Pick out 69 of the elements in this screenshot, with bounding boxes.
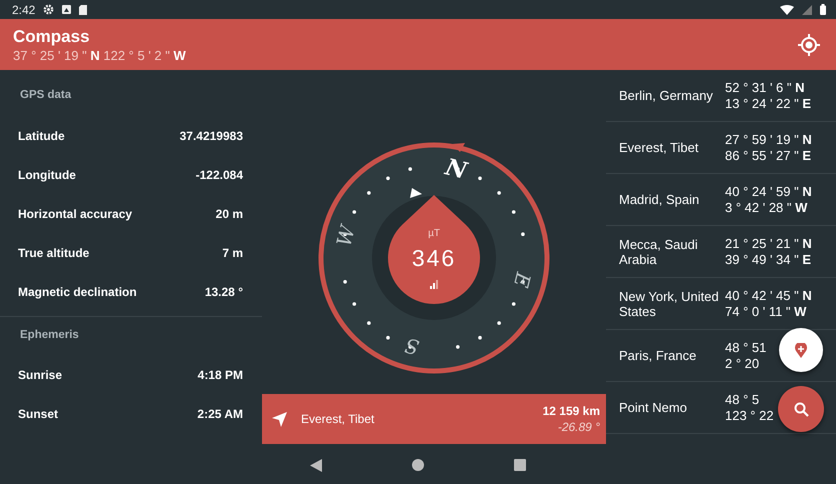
field-value: 4:18 PM: [198, 368, 243, 382]
gear-icon: [43, 4, 54, 15]
map-pin-icon: [795, 342, 807, 358]
cardinal-letter: E: [508, 270, 536, 290]
search-icon: [794, 402, 808, 416]
field-label: Magnetic declination: [18, 284, 137, 298]
back-icon[interactable]: [310, 458, 322, 472]
battery-icon: [820, 4, 826, 15]
place-latitude: 40 ° 24 ' 59 " N: [725, 184, 812, 199]
field-label: Sunrise: [18, 368, 62, 382]
place-row[interactable]: Madrid, Spain 40 ° 24 ' 59 " N 3 ° 42 ' 28 " W: [606, 174, 836, 226]
place-name: Point Nemo: [619, 400, 688, 415]
location-coordinates: 37 ° 25 ' 19 " N 122 ° 5 ' 2 " W: [13, 48, 187, 62]
cardinal-letter: S: [402, 333, 422, 360]
place-row[interactable]: Mecca, Saudi Arabia 21 ° 25 ' 21 " N 39 ° 49 ' 34 " E: [606, 226, 836, 278]
status-time: 2:42: [12, 2, 36, 16]
place-latitude: 27 ° 59 ' 19 " N: [725, 132, 812, 147]
field-label: Longitude: [18, 168, 76, 182]
field-value: 2:25 AM: [197, 406, 243, 420]
place-latitude: 21 ° 25 ' 21 " N: [725, 236, 812, 251]
place-longitude: 13 ° 24 ' 22 " E: [725, 96, 812, 111]
locate-icon[interactable]: [798, 34, 820, 56]
target-bearing: -26.89 °: [558, 420, 600, 434]
signal-icon: [802, 4, 812, 14]
app-title: Compass: [13, 26, 91, 46]
field-value: 13.28 °: [204, 284, 243, 298]
navigation-arrow-icon: [272, 412, 287, 426]
place-longitude: 86 ° 55 ' 27 " E: [725, 148, 812, 163]
place-name: Berlin, Germany: [619, 88, 714, 103]
place-name: New York, United States: [619, 288, 719, 318]
wifi-icon: [780, 4, 794, 14]
place-latitude: 48 ° 5: [725, 392, 760, 407]
field-label: Sunset: [18, 406, 58, 420]
section-header: GPS data: [19, 88, 72, 103]
place-latitude: 40 ° 42 ' 45 " N: [725, 288, 812, 303]
place-latitude: 48 ° 51: [725, 340, 766, 355]
place-name: Mecca, Saudi Arabia: [619, 236, 699, 266]
place-name: Everest, Tibet: [619, 140, 700, 155]
place-longitude: 3 ° 42 ' 28 " W: [725, 200, 808, 215]
target-bar[interactable]: Everest, Tibet 12 159 km -26.89 °: [262, 394, 606, 444]
field-value: 7 m: [222, 246, 243, 260]
place-latitude: 52 ° 31 ' 6 " N: [725, 80, 805, 95]
add-place-button[interactable]: [779, 328, 823, 372]
cardinal-letter: W: [332, 223, 360, 249]
field-label: True altitude: [18, 246, 90, 260]
field-value: -122.084: [196, 168, 243, 182]
place-longitude: 123 ° 22: [725, 408, 774, 423]
sd-card-icon: [79, 4, 88, 14]
field-value: 20 m: [216, 206, 243, 220]
field-value: 37.4219983: [180, 128, 243, 142]
section-header: Ephemeris: [19, 328, 80, 343]
place-name: Paris, France: [619, 348, 698, 363]
target-name: Everest, Tibet: [301, 412, 376, 426]
place-longitude: 39 ° 49 ' 34 " E: [725, 252, 812, 267]
field-reading: 346: [412, 245, 456, 271]
home-icon[interactable]: [412, 459, 424, 471]
place-row[interactable]: Berlin, Germany 52 ° 31 ' 6 " N 13 ° 24 ' 22 " E: [606, 70, 836, 122]
field-label: Horizontal accuracy: [18, 206, 132, 220]
field-label: Latitude: [18, 128, 65, 142]
picture-icon: [62, 5, 72, 14]
target-distance: 12 159 km: [542, 404, 600, 418]
place-name: Madrid, Spain: [619, 192, 700, 207]
place-longitude: 2 ° 20: [725, 356, 760, 371]
search-button[interactable]: [778, 386, 824, 432]
field-unit: µT: [428, 228, 440, 239]
place-longitude: 74 ° 0 ' 11 " W: [725, 304, 806, 319]
place-row[interactable]: Everest, Tibet 27 ° 59 ' 19 " N 86 ° 55 ' 27 " E: [606, 122, 836, 174]
heading-marker-icon: [410, 188, 422, 198]
signal-bars-icon: [430, 280, 438, 289]
